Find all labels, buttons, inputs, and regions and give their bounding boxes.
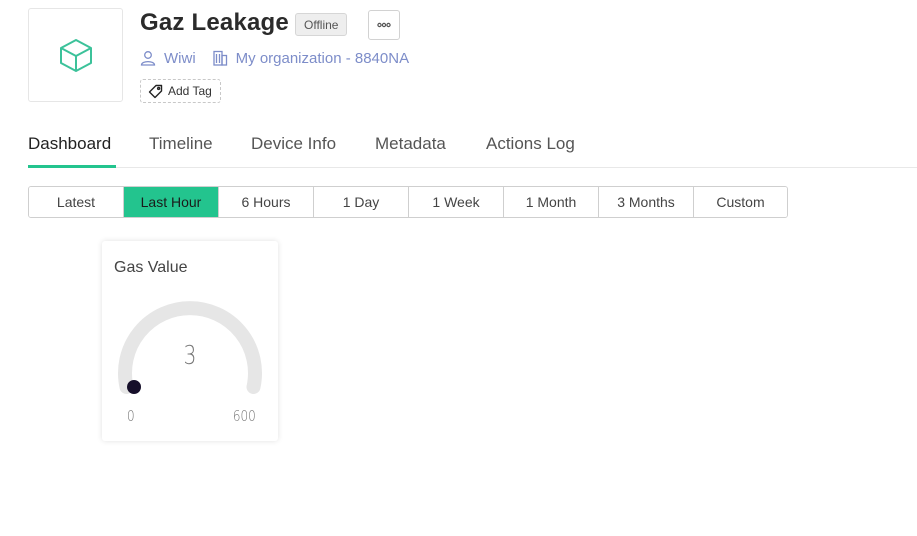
device-icon-box bbox=[28, 8, 123, 102]
add-tag-label: Add Tag bbox=[168, 84, 212, 98]
organization-link[interactable]: My organization - 8840NA bbox=[236, 50, 409, 67]
tab-actions-log[interactable]: Actions Log bbox=[486, 134, 575, 154]
user-icon bbox=[140, 51, 156, 66]
tabs-divider bbox=[28, 167, 917, 168]
tab-metadata[interactable]: Metadata bbox=[375, 134, 446, 154]
tab-dashboard[interactable]: Dashboard bbox=[28, 134, 111, 154]
range-1-month[interactable]: 1 Month bbox=[504, 187, 599, 217]
device-meta-row: Wiwi My organization - 8840NA bbox=[140, 48, 409, 68]
more-dots-icon bbox=[377, 22, 391, 28]
range-last-hour[interactable]: Last Hour bbox=[124, 187, 219, 217]
gauge-value: 3 bbox=[183, 341, 197, 371]
device-tabs: Dashboard Timeline Device Info Metadata … bbox=[0, 120, 917, 168]
gauge-min-label: 0 bbox=[126, 407, 135, 425]
tab-device-info[interactable]: Device Info bbox=[251, 134, 336, 154]
range-6-hours[interactable]: 6 Hours bbox=[219, 187, 314, 217]
gauge-needle-dot bbox=[127, 380, 141, 394]
active-tab-indicator bbox=[28, 165, 116, 168]
range-3-months[interactable]: 3 Months bbox=[599, 187, 694, 217]
range-1-day[interactable]: 1 Day bbox=[314, 187, 409, 217]
gauge-max-label: 600 bbox=[232, 407, 256, 425]
cube-icon bbox=[59, 39, 92, 72]
building-icon bbox=[213, 50, 227, 66]
range-1-week[interactable]: 1 Week bbox=[409, 187, 504, 217]
range-custom[interactable]: Custom bbox=[694, 187, 787, 217]
gas-value-widget[interactable]: Gas Value 3 0 600 bbox=[102, 241, 278, 441]
add-tag-button[interactable]: Add Tag bbox=[140, 79, 221, 103]
status-badge: Offline bbox=[295, 13, 348, 36]
time-range-selector: Latest Last Hour 6 Hours 1 Day 1 Week 1 … bbox=[28, 186, 788, 218]
tag-icon bbox=[148, 84, 163, 98]
range-latest[interactable]: Latest bbox=[29, 187, 124, 217]
owner-link[interactable]: Wiwi bbox=[164, 50, 196, 67]
device-title: Gaz Leakage bbox=[140, 9, 289, 36]
more-options-button[interactable] bbox=[368, 10, 400, 40]
tab-timeline[interactable]: Timeline bbox=[149, 134, 213, 154]
